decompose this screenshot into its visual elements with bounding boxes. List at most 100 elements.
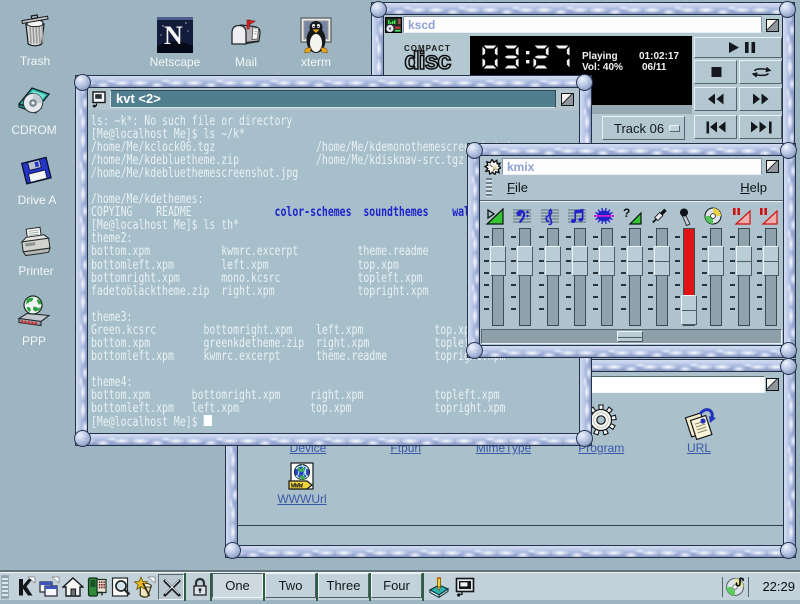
kfm-corner-bl[interactable] (224, 542, 241, 559)
desktop-button-four[interactable]: Four (371, 573, 422, 598)
desktop-icon-trash[interactable] (20, 14, 50, 53)
kmix-channel-handle[interactable] (545, 246, 561, 276)
kscd-border-top[interactable] (371, 2, 795, 15)
panel-find-files-button[interactable] (110, 576, 134, 600)
kmix-channel-handle[interactable] (517, 246, 533, 276)
kscd-corner-tl[interactable] (370, 1, 387, 18)
kmix-channel-icon-mute1[interactable] (731, 206, 751, 226)
kfm-corner-tr[interactable] (780, 358, 797, 375)
desktop-icon-netscape[interactable]: N (157, 17, 193, 58)
desktop-icon-mail[interactable] (228, 18, 264, 57)
kmix-border-top[interactable] (467, 143, 796, 156)
kmix-channel-icon-line[interactable] (649, 206, 669, 226)
kmix-channel-track[interactable] (710, 228, 722, 326)
kmix-channel-track[interactable] (547, 228, 559, 326)
kscd-prev-track-button[interactable] (694, 115, 737, 139)
kmix-channel-icon-cd[interactable] (703, 206, 723, 226)
desktop-label-cdrom[interactable]: CDROM (11, 123, 56, 137)
desktop-label-mail[interactable]: Mail (235, 55, 257, 69)
desktop-button-two[interactable]: Two (265, 573, 316, 598)
kvt-window-icon[interactable] (92, 91, 106, 108)
kmix-corner-tl[interactable] (466, 142, 483, 159)
desktop-button-three[interactable]: Three (318, 573, 369, 598)
kmix-border-right[interactable] (783, 143, 796, 358)
kmix-channel-handle[interactable] (599, 246, 615, 276)
panel-home-button[interactable] (62, 576, 86, 600)
desktop-label-drive_a[interactable]: Drive A (18, 193, 57, 207)
kfm-label-url[interactable]: URL (687, 441, 711, 455)
kvt-corner-tl[interactable] (74, 74, 91, 91)
kmix-channel-track[interactable] (738, 228, 750, 326)
desktop-button-one[interactable]: One (212, 573, 263, 598)
kmix-channel-icon-volume[interactable] (485, 206, 505, 226)
desktop-icon-printer[interactable] (18, 226, 54, 263)
kmix-channel-track[interactable] (656, 228, 668, 326)
kmix-border-left[interactable] (467, 143, 480, 358)
kscd-maximize-button[interactable] (766, 19, 779, 32)
kfm-icon-url[interactable] (682, 404, 716, 445)
panel-kmenu-button[interactable] (14, 576, 38, 600)
kvt-border-left[interactable] (75, 75, 88, 446)
kmix-channel-handle[interactable] (627, 246, 643, 276)
kmix-channel-handle[interactable] (572, 246, 588, 276)
kvt-corner-tr[interactable] (576, 74, 593, 91)
kmix-channel-handle[interactable] (654, 246, 670, 276)
kmix-menu-help[interactable]: Help (740, 180, 767, 195)
kmix-corner-tr[interactable] (780, 142, 797, 159)
kfm-border-bottom[interactable] (225, 545, 796, 558)
kmix-channel-handle[interactable] (736, 246, 752, 276)
kfm-location-toggle-icon[interactable] (766, 378, 779, 391)
kvt-maximize-button[interactable] (561, 93, 574, 106)
kscd-corner-tr[interactable] (779, 1, 796, 18)
desktop-label-netscape[interactable]: Netscape (150, 55, 201, 69)
kscd-forward-button[interactable] (739, 87, 782, 111)
kscd-track-selector[interactable]: Track 06 (602, 116, 685, 140)
desktop-icon-cdrom[interactable] (17, 84, 51, 123)
kvt-titlebar[interactable]: kvt <2> (110, 90, 556, 108)
kmix-channel-track[interactable] (492, 228, 504, 326)
kmix-channel-track[interactable] (629, 228, 641, 326)
kscd-window-icon[interactable] (385, 17, 402, 33)
kscd-titlebar[interactable]: kscd (403, 16, 762, 33)
kmix-maximize-button[interactable] (766, 160, 779, 173)
kmix-titlebar[interactable]: kmix (502, 158, 762, 175)
kvt-corner-br[interactable] (576, 430, 593, 447)
kmix-channel-icon-mic[interactable] (676, 206, 696, 226)
kfm-label-wwwurl[interactable]: WWWUrl (277, 492, 326, 506)
kmix-channel-handle[interactable] (490, 246, 506, 276)
kmix-corner-br[interactable] (780, 342, 797, 359)
kmix-channel-icon-mute2[interactable] (758, 206, 778, 226)
desktop-label-ppp[interactable]: PPP (22, 334, 46, 348)
kvt-border-top[interactable] (75, 75, 592, 88)
panel-xkill-button[interactable] (158, 574, 184, 600)
kmix-channel-track[interactable] (601, 228, 613, 326)
kmix-scrollbar[interactable] (481, 329, 782, 344)
kmix-channel-icon-treble[interactable] (540, 206, 560, 226)
kvt-corner-bl[interactable] (74, 430, 91, 447)
kmix-channel-track[interactable] (765, 228, 777, 326)
desktop-icon-ppp[interactable] (17, 294, 51, 335)
kmix-channel-icon-bass[interactable] (512, 206, 532, 226)
kmix-corner-bl[interactable] (466, 342, 483, 359)
kmix-window-icon[interactable] (484, 159, 501, 174)
panel-trash-button[interactable] (133, 576, 157, 600)
desktop-label-trash[interactable]: Trash (20, 54, 50, 68)
desktop-icon-drive_a[interactable] (20, 156, 54, 191)
kmix-channel-track[interactable] (574, 228, 586, 326)
kmix-channel-handle[interactable] (763, 246, 779, 276)
desktop-icon-xterm[interactable] (299, 16, 333, 59)
panel-kscd-tray-icon[interactable] (725, 576, 749, 600)
desktop-label-xterm[interactable]: xterm (301, 55, 331, 69)
kvt-border-bottom[interactable] (75, 433, 592, 446)
kmix-border-bottom[interactable] (467, 345, 796, 358)
kmix-channel-handle[interactable] (681, 295, 697, 325)
panel-notes-button[interactable] (428, 576, 452, 600)
kmix-menu-file[interactable]: File (507, 180, 528, 195)
kmix-menubar-handle[interactable] (486, 178, 492, 197)
panel-window-list-button[interactable] (38, 576, 62, 600)
desktop-label-printer[interactable]: Printer (18, 264, 53, 278)
kscd-play-pause-button[interactable] (694, 37, 782, 58)
panel-terminal-button[interactable] (454, 576, 478, 600)
kmix-scrollbar-handle[interactable] (617, 331, 643, 342)
panel-utilities-button[interactable] (86, 576, 110, 600)
